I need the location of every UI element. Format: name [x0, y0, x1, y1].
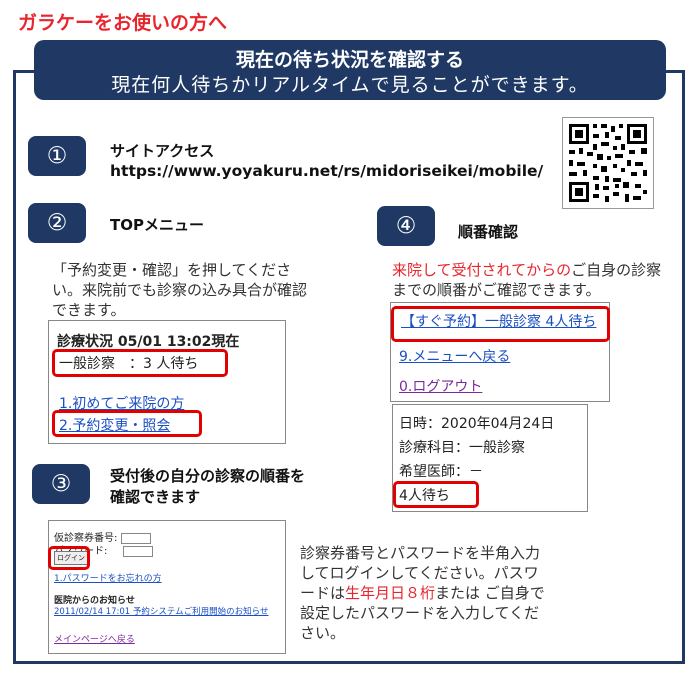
detail-dept: 診療科目：一般診察 — [399, 440, 525, 456]
logout-link[interactable]: 0.ログアウト — [399, 376, 482, 396]
banner-title: 現在の待ち状況を確認する — [235, 49, 464, 71]
highlight-detail-waiting — [393, 481, 479, 508]
forgot-password-link[interactable]: 1.パスワードをお忘れの方 — [54, 571, 162, 584]
step2-title: TOPメニュー — [110, 216, 204, 234]
detail-doctor: 希望医師：－ — [399, 464, 483, 480]
step4-badge: ④ — [377, 206, 435, 246]
step4-text-red: 来院して受付されてからの — [392, 261, 572, 279]
step2-badge: ② — [28, 203, 86, 243]
step1-title: サイトアクセス — [110, 142, 215, 160]
step1-url[interactable]: https://www.yoyakuru.net/rs/midoriseikei… — [110, 162, 543, 180]
step3-title: 受付後の自分の診察の順番を確認できます — [110, 467, 306, 506]
step1-badge: ① — [28, 136, 86, 176]
main-page-link[interactable]: メインページへ戻る — [54, 632, 135, 645]
step3-badge: ③ — [32, 464, 90, 504]
step3-text-red: 生年月日８桁 — [345, 584, 436, 602]
notice-link[interactable]: 2011/02/14 17:01 予約システムご利用開始のお知らせ — [54, 605, 268, 617]
highlight-reserve-now — [391, 306, 610, 342]
qr-code-icon — [562, 117, 654, 209]
step3-text: 診察券番号とパスワードを半角入力してログインしてください。パスワードは生年月日８… — [300, 543, 545, 643]
banner: 現在の待ち状況を確認する 現在何人待ちかリアルタイムで見ることができます。 — [34, 40, 666, 100]
status-heading: 診療状況 05/01 13:02現在 — [57, 334, 240, 350]
password-input[interactable] — [122, 545, 153, 557]
banner-subtitle: 現在何人待ちかリアルタイムで見ることができます。 — [111, 74, 589, 96]
menu-back-link[interactable]: 9.メニューへ戻る — [399, 346, 510, 366]
step4-text: 来院して受付されてからのご自身の診察までの順番がご確認できます。 — [392, 260, 672, 300]
detail-date: 日時：2020年04月24日 — [399, 416, 555, 432]
highlight-change-link — [52, 410, 202, 437]
step3-phone-screen: 仮診察券番号: パスワード: ログイン 1.パスワードをお忘れの方 医院からのお… — [48, 520, 286, 654]
highlight-waiting — [52, 349, 228, 377]
step2-text: 「予約変更・確認」を押してください。来院前でも診察の込み具合が確認できます。 — [52, 261, 308, 319]
highlight-login — [48, 546, 90, 570]
page-title: ガラケーをお使いの方へ — [18, 12, 228, 34]
step4-title: 順番確認 — [458, 223, 519, 241]
